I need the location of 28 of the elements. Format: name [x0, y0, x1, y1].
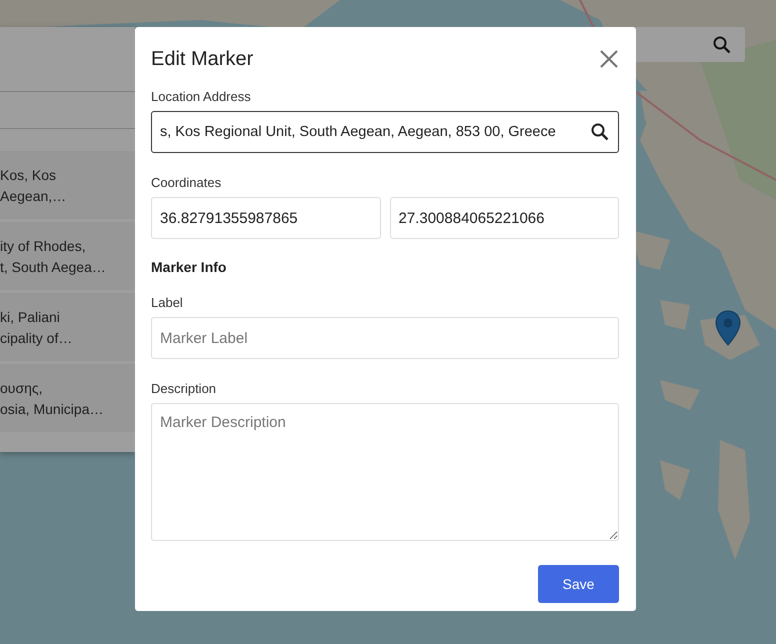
result-text: t, South Aegea… [0, 258, 107, 276]
field-label: Label [151, 295, 184, 310]
result-item[interactable]: Kos, Kos Aegean,… [0, 151, 135, 219]
result-text: Kos, Kos [0, 166, 58, 184]
search-icon[interactable] [591, 123, 609, 141]
section-title: Marker Info [151, 259, 228, 275]
latitude-field[interactable]: 36.82791355987865 [151, 197, 380, 239]
result-text: ki, Paliani [0, 308, 61, 326]
result-text: ουσης, [0, 378, 44, 396]
close-icon[interactable] [599, 49, 619, 69]
result-text: ity of Rhodes, [0, 236, 87, 254]
dialog-title: Edit Marker [151, 48, 254, 70]
field-label: Description [151, 381, 218, 396]
result-text: Aegean,… [0, 186, 68, 204]
label-field[interactable]: Marker Label [151, 317, 619, 359]
save-button[interactable]: Save [538, 565, 619, 603]
result-item[interactable]: ουσης, osia, Municipa… [0, 364, 135, 432]
field-label: Coordinates [151, 175, 222, 190]
result-text: cipality of… [0, 328, 74, 346]
result-item[interactable]: ki, Paliani cipality of… [0, 293, 135, 361]
search-icon[interactable] [713, 36, 731, 54]
result-item[interactable]: ity of Rhodes, t, South Aegea… [0, 222, 135, 290]
field-label: Location Address [151, 89, 252, 104]
result-text: osia, Municipa… [0, 400, 104, 418]
address-field[interactable]: s, Kos Regional Unit, South Aegean, Aegean, 853 00, Greece [151, 111, 619, 153]
map-pin-icon[interactable] [715, 310, 741, 346]
longitude-field[interactable]: 27.300884065221066 [390, 197, 619, 239]
description-field[interactable]: Marker Description [151, 403, 619, 541]
